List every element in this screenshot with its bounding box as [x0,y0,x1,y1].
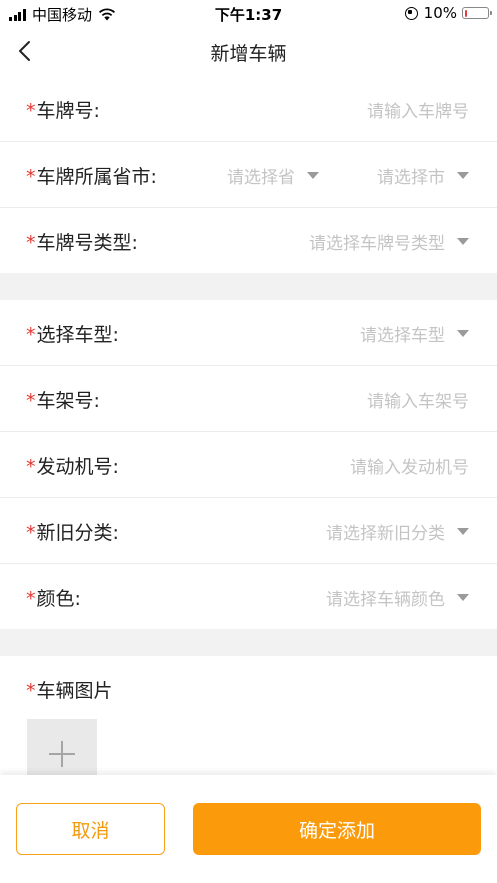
page-title: 新增车辆 [210,43,287,65]
engine-number-label: *发动机号: [26,456,119,478]
plate-type-label: *车牌号类型: [26,232,138,254]
confirm-add-button[interactable]: 确定添加 [193,803,481,855]
province-select[interactable]: 请选择省 [227,163,319,188]
required-mark: * [26,588,36,610]
plate-number-input[interactable]: 请输入车牌号 [367,97,469,122]
orientation-lock-icon [404,6,418,20]
engine-number-row: *发动机号: 请输入发动机号 [0,432,497,498]
caret-down-icon [457,172,469,179]
action-footer: 取消 确定添加 [0,775,497,883]
photos-label: *车辆图片 [26,680,113,702]
plate-region-label: *车牌所属省市: [26,166,157,188]
required-mark: * [26,680,36,702]
condition-select[interactable]: 请选择新旧分类 [326,519,469,544]
battery-percent: 10% [423,4,457,22]
navigation-bar: 新增车辆 [0,26,497,76]
required-mark: * [26,100,36,122]
frame-number-label: *车架号: [26,390,100,412]
vehicle-model-row: *选择车型: 请选择车型 [0,300,497,366]
vehicle-model-select[interactable]: 请选择车型 [360,321,469,346]
section-divider [0,629,497,656]
caret-down-icon [457,330,469,337]
engine-number-input[interactable]: 请输入发动机号 [350,453,469,478]
status-right: 10% [404,4,492,22]
plate-number-label: *车牌号: [26,100,100,122]
plate-type-row: *车牌号类型: 请选择车牌号类型 [0,208,497,273]
condition-row: *新旧分类: 请选择新旧分类 [0,498,497,564]
required-mark: * [26,232,36,254]
caret-down-icon [457,238,469,245]
color-label: *颜色: [26,588,81,610]
vehicle-model-label: *选择车型: [26,324,119,346]
caret-down-icon [457,594,469,601]
battery-icon [462,7,492,19]
required-mark: * [26,390,36,412]
plate-region-row: *车牌所属省市: 请选择省 请选择市 [0,142,497,208]
plate-type-select[interactable]: 请选择车牌号类型 [309,229,469,254]
city-select[interactable]: 请选择市 [377,163,469,188]
required-mark: * [26,166,36,188]
frame-number-input[interactable]: 请输入车架号 [367,387,469,412]
caret-down-icon [457,528,469,535]
section-divider [0,273,497,300]
plate-number-row: *车牌号: 请输入车牌号 [0,76,497,142]
frame-number-row: *车架号: 请输入车架号 [0,366,497,432]
cancel-button[interactable]: 取消 [16,803,165,855]
required-mark: * [26,522,36,544]
status-bar: 中国移动 下午1:37 10% [0,0,497,26]
vehicle-form: *车牌号: 请输入车牌号 *车牌所属省市: 请选择省 请选择市 *车牌号类型: … [0,76,497,816]
required-mark: * [26,456,36,478]
required-mark: * [26,324,36,346]
color-row: *颜色: 请选择车辆颜色 [0,564,497,629]
caret-down-icon [307,172,319,179]
condition-label: *新旧分类: [26,522,119,544]
color-select[interactable]: 请选择车辆颜色 [326,585,469,610]
